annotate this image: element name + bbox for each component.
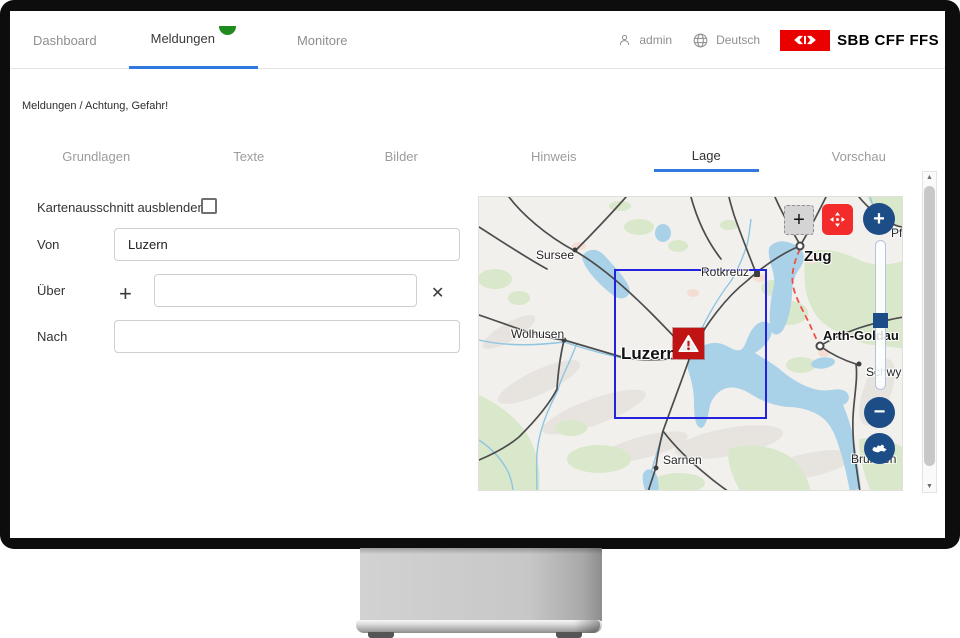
user-icon	[617, 32, 632, 48]
tab[interactable]: Grundlagen	[20, 141, 173, 172]
language-label: Deutsch	[716, 33, 760, 47]
nav-item-label: Monitore	[297, 33, 348, 48]
tab-label: Texte	[223, 141, 274, 172]
ueber-input[interactable]	[154, 274, 417, 307]
map-place-label: Sarnen	[663, 453, 702, 467]
hide-map-label: Kartenausschnitt ausblenden	[37, 200, 205, 215]
app-window: Dashboard Meldungen Monitore	[10, 11, 945, 538]
zoom-out-button[interactable]: −	[864, 397, 895, 428]
place-dot	[654, 466, 659, 471]
add-via-button[interactable]: +	[119, 283, 132, 305]
app-header: Dashboard Meldungen Monitore	[10, 11, 945, 69]
user-label: admin	[639, 33, 672, 47]
box-zoom-label: +	[793, 209, 805, 232]
user-menu[interactable]: admin	[617, 32, 672, 48]
zoom-in-label: +	[873, 208, 885, 231]
zoom-in-button[interactable]: +	[863, 203, 895, 235]
nav-item[interactable]: Monitore	[297, 11, 348, 69]
header-right: admin Deutsch	[617, 11, 939, 69]
section-tabs: Grundlagen Texte Bilder Hinweis Lage	[20, 141, 935, 172]
map-place-label: Arth-Goldau	[823, 328, 899, 343]
tab-label: Grundlagen	[52, 141, 140, 172]
nach-label: Nach	[37, 329, 67, 344]
map-canvas[interactable]: Sursee Wolhusen Rotkreuz Zug Luzern Arth…	[478, 196, 903, 491]
ueber-label: Über	[37, 283, 65, 298]
switzerland-icon	[870, 442, 889, 455]
warning-triangle-icon	[676, 331, 701, 356]
pan-mode-button[interactable]	[822, 204, 853, 235]
map-place-label: Wolhusen	[511, 327, 564, 341]
notification-badge	[219, 26, 236, 35]
tab-label: Bilder	[375, 141, 428, 172]
tab[interactable]: Texte	[173, 141, 326, 172]
von-label: Von	[37, 237, 59, 252]
zoom-out-label: −	[874, 401, 886, 424]
place-dot	[857, 362, 862, 367]
von-input[interactable]	[114, 228, 460, 261]
page-scrollbar[interactable]: ▲ ▼	[922, 171, 937, 493]
map-place-label: Pfäffikon	[891, 226, 903, 240]
brand-text: SBB CFF FFS	[837, 32, 939, 49]
map-place-label: Zug	[804, 248, 832, 265]
clear-via-button[interactable]: ✕	[431, 286, 444, 302]
sbb-logo: SBB CFF FFS	[780, 30, 939, 51]
move-icon	[828, 210, 847, 229]
tab[interactable]: Vorschau	[783, 141, 936, 172]
breadcrumb: Meldungen / Achtung, Gefahr!	[22, 100, 168, 112]
monitor-mockup: Dashboard Meldungen Monitore	[0, 0, 960, 638]
box-zoom-button[interactable]: +	[784, 205, 814, 235]
tab[interactable]: Lage	[630, 141, 783, 172]
tab-label: Vorschau	[822, 141, 896, 172]
nav-item[interactable]: Dashboard	[33, 11, 97, 69]
nach-input[interactable]	[114, 320, 460, 353]
hide-map-checkbox[interactable]	[201, 198, 217, 214]
nav-item[interactable]: Meldungen	[129, 11, 258, 69]
tab-label: Hinweis	[521, 141, 587, 172]
globe-icon	[692, 32, 709, 49]
tab[interactable]: Bilder	[325, 141, 478, 172]
monitor-foot	[556, 632, 582, 638]
warning-marker[interactable]	[673, 328, 704, 359]
tab-label: Lage	[654, 141, 759, 172]
sbb-flag-icon	[780, 30, 830, 51]
scrollbar-thumb[interactable]	[924, 186, 935, 466]
scroll-down-arrow[interactable]: ▼	[923, 483, 936, 490]
tab[interactable]: Hinweis	[478, 141, 631, 172]
nav-item-label: Meldungen	[151, 31, 215, 46]
map-place-label: Luzern	[621, 344, 677, 364]
place-dot	[754, 271, 760, 277]
zoom-slider-handle[interactable]	[873, 313, 888, 328]
zoom-to-switzerland-button[interactable]	[864, 433, 895, 464]
monitor-stand	[360, 548, 602, 621]
language-menu[interactable]: Deutsch	[692, 32, 760, 49]
map-place-label: Sursee	[536, 248, 574, 262]
map-place-label: Rotkreuz	[701, 265, 749, 279]
scroll-up-arrow[interactable]: ▲	[923, 174, 936, 181]
monitor-foot	[368, 632, 394, 638]
nav-item-label: Dashboard	[33, 33, 97, 48]
primary-nav: Dashboard Meldungen Monitore	[33, 11, 348, 69]
